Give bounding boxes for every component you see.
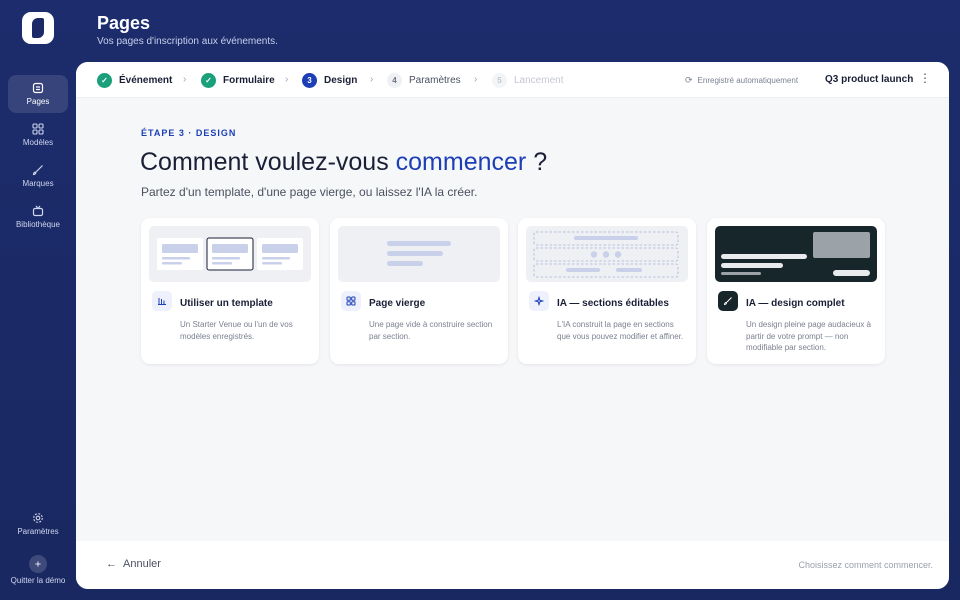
chevron-right-icon: › — [183, 74, 187, 85]
cancel-button[interactable]: ← Annuler — [106, 558, 161, 570]
lead-text: Partez d'un template, d'une page vierge,… — [141, 185, 478, 199]
brush-icon — [32, 165, 43, 176]
chevron-right-icon: › — [285, 74, 289, 85]
chevron-right-icon: › — [474, 74, 478, 85]
step-number: 3 — [302, 73, 317, 88]
blank-page-preview — [338, 226, 500, 282]
template-icon — [152, 291, 172, 311]
step-label: Formulaire — [223, 75, 275, 86]
ai-sections-icon — [529, 291, 549, 311]
sidebar-item-label: Modèles — [22, 138, 54, 147]
quit-demo-button[interactable]: Quitter la démo — [8, 549, 68, 591]
step-launch: 5 Lancement — [492, 73, 563, 88]
card-title: Page vierge — [369, 298, 426, 309]
sidebar-item-pages[interactable]: Pages — [8, 75, 68, 113]
sidebar-item-library[interactable]: Bibliothèque — [8, 198, 68, 236]
page-headline: Comment voulez-vous commencer ? — [140, 148, 547, 177]
step-number: 4 — [387, 73, 402, 88]
option-card-ai-full-design[interactable]: IA — design complet Un design pleine pag… — [707, 218, 885, 364]
step-label: Design — [324, 75, 358, 86]
settings-label: Paramètres — [17, 527, 59, 536]
grid-icon — [32, 123, 44, 135]
page-title: Pages — [97, 13, 151, 33]
headline-accent: commencer — [395, 148, 527, 176]
step-design[interactable]: 3 Design — [302, 73, 357, 88]
pages-icon — [32, 82, 44, 94]
chevron-right-icon: › — [370, 74, 374, 85]
blank-grid-icon — [341, 291, 361, 311]
option-card-template[interactable]: Utiliser un template Un Starter Venue ou… — [141, 218, 319, 364]
check-icon: ✓ — [97, 73, 112, 88]
step-event[interactable]: ✓ Événement — [97, 73, 172, 88]
step-form[interactable]: ✓ Formulaire — [201, 73, 275, 88]
cancel-label: Annuler — [123, 558, 161, 570]
ai-sections-preview — [526, 226, 688, 282]
step-label: Événement — [119, 75, 173, 86]
footer-hint: Choisissez comment commencer. — [798, 560, 933, 570]
main-panel: ✓ Événement › ✓ Formulaire › 3 Design › … — [76, 62, 949, 589]
tv-icon — [32, 205, 44, 217]
card-title: Utiliser un template — [180, 298, 273, 309]
gear-icon — [33, 513, 43, 523]
sidebar-item-label: Marques — [22, 179, 54, 188]
autosave-label: Enregistré automatiquement — [697, 76, 799, 85]
step-settings[interactable]: 4 Paramètres — [387, 73, 461, 88]
quit-icon — [29, 555, 47, 573]
headline-start: Comment voulez-vous — [140, 148, 396, 176]
headline-end: ? — [526, 148, 548, 176]
more-options-icon[interactable]: ⋮ — [919, 72, 931, 84]
step-label: Paramètres — [409, 75, 461, 86]
card-title: IA — design complet — [746, 298, 845, 309]
autosave-status: ⟳ Enregistré automatiquement — [685, 75, 798, 86]
card-description: Un Starter Venue ou l'un de vos modèles … — [180, 320, 293, 341]
arrow-left-icon: ← — [106, 558, 117, 570]
sidebar-item-settings[interactable]: Paramètres — [8, 505, 68, 543]
card-description: Une page vide à construire section par s… — [369, 320, 493, 341]
page-subtitle: Vos pages d'inscription aux événements. — [97, 36, 278, 47]
card-description: Un design pleine page audacieux à partir… — [746, 320, 871, 352]
event-name: Q3 product launch — [825, 74, 914, 85]
stepper-bar: ✓ Événement › ✓ Formulaire › 3 Design › … — [76, 62, 949, 98]
card-title: IA — sections éditables — [557, 298, 669, 309]
option-card-ai-sections[interactable]: IA — sections éditables L'IA construit l… — [518, 218, 696, 364]
card-description: L'IA construit la page en sections que v… — [557, 320, 684, 341]
option-card-blank-page[interactable]: Page vierge Une page vide à construire s… — [330, 218, 508, 364]
sidebar-item-label: Pages — [26, 97, 50, 106]
check-icon: ✓ — [201, 73, 216, 88]
ai-brush-icon — [718, 291, 738, 311]
quit-label: Quitter la démo — [10, 576, 66, 585]
sync-icon: ⟳ — [685, 75, 693, 85]
ai-full-design-preview — [715, 226, 877, 282]
step-label: Lancement — [514, 75, 564, 86]
footer-bar: ← Annuler Choisissez comment commencer. — [76, 541, 949, 589]
logo-mark — [32, 18, 44, 38]
sidebar-item-label: Bibliothèque — [15, 220, 61, 229]
step-eyebrow: ÉTAPE 3 · DESIGN — [141, 128, 237, 138]
sidebar-item-brands[interactable]: Marques — [8, 157, 68, 195]
app-logo[interactable] — [22, 12, 54, 44]
step-number: 5 — [492, 73, 507, 88]
template-preview — [149, 226, 311, 282]
sidebar-item-models[interactable]: Modèles — [8, 116, 68, 154]
